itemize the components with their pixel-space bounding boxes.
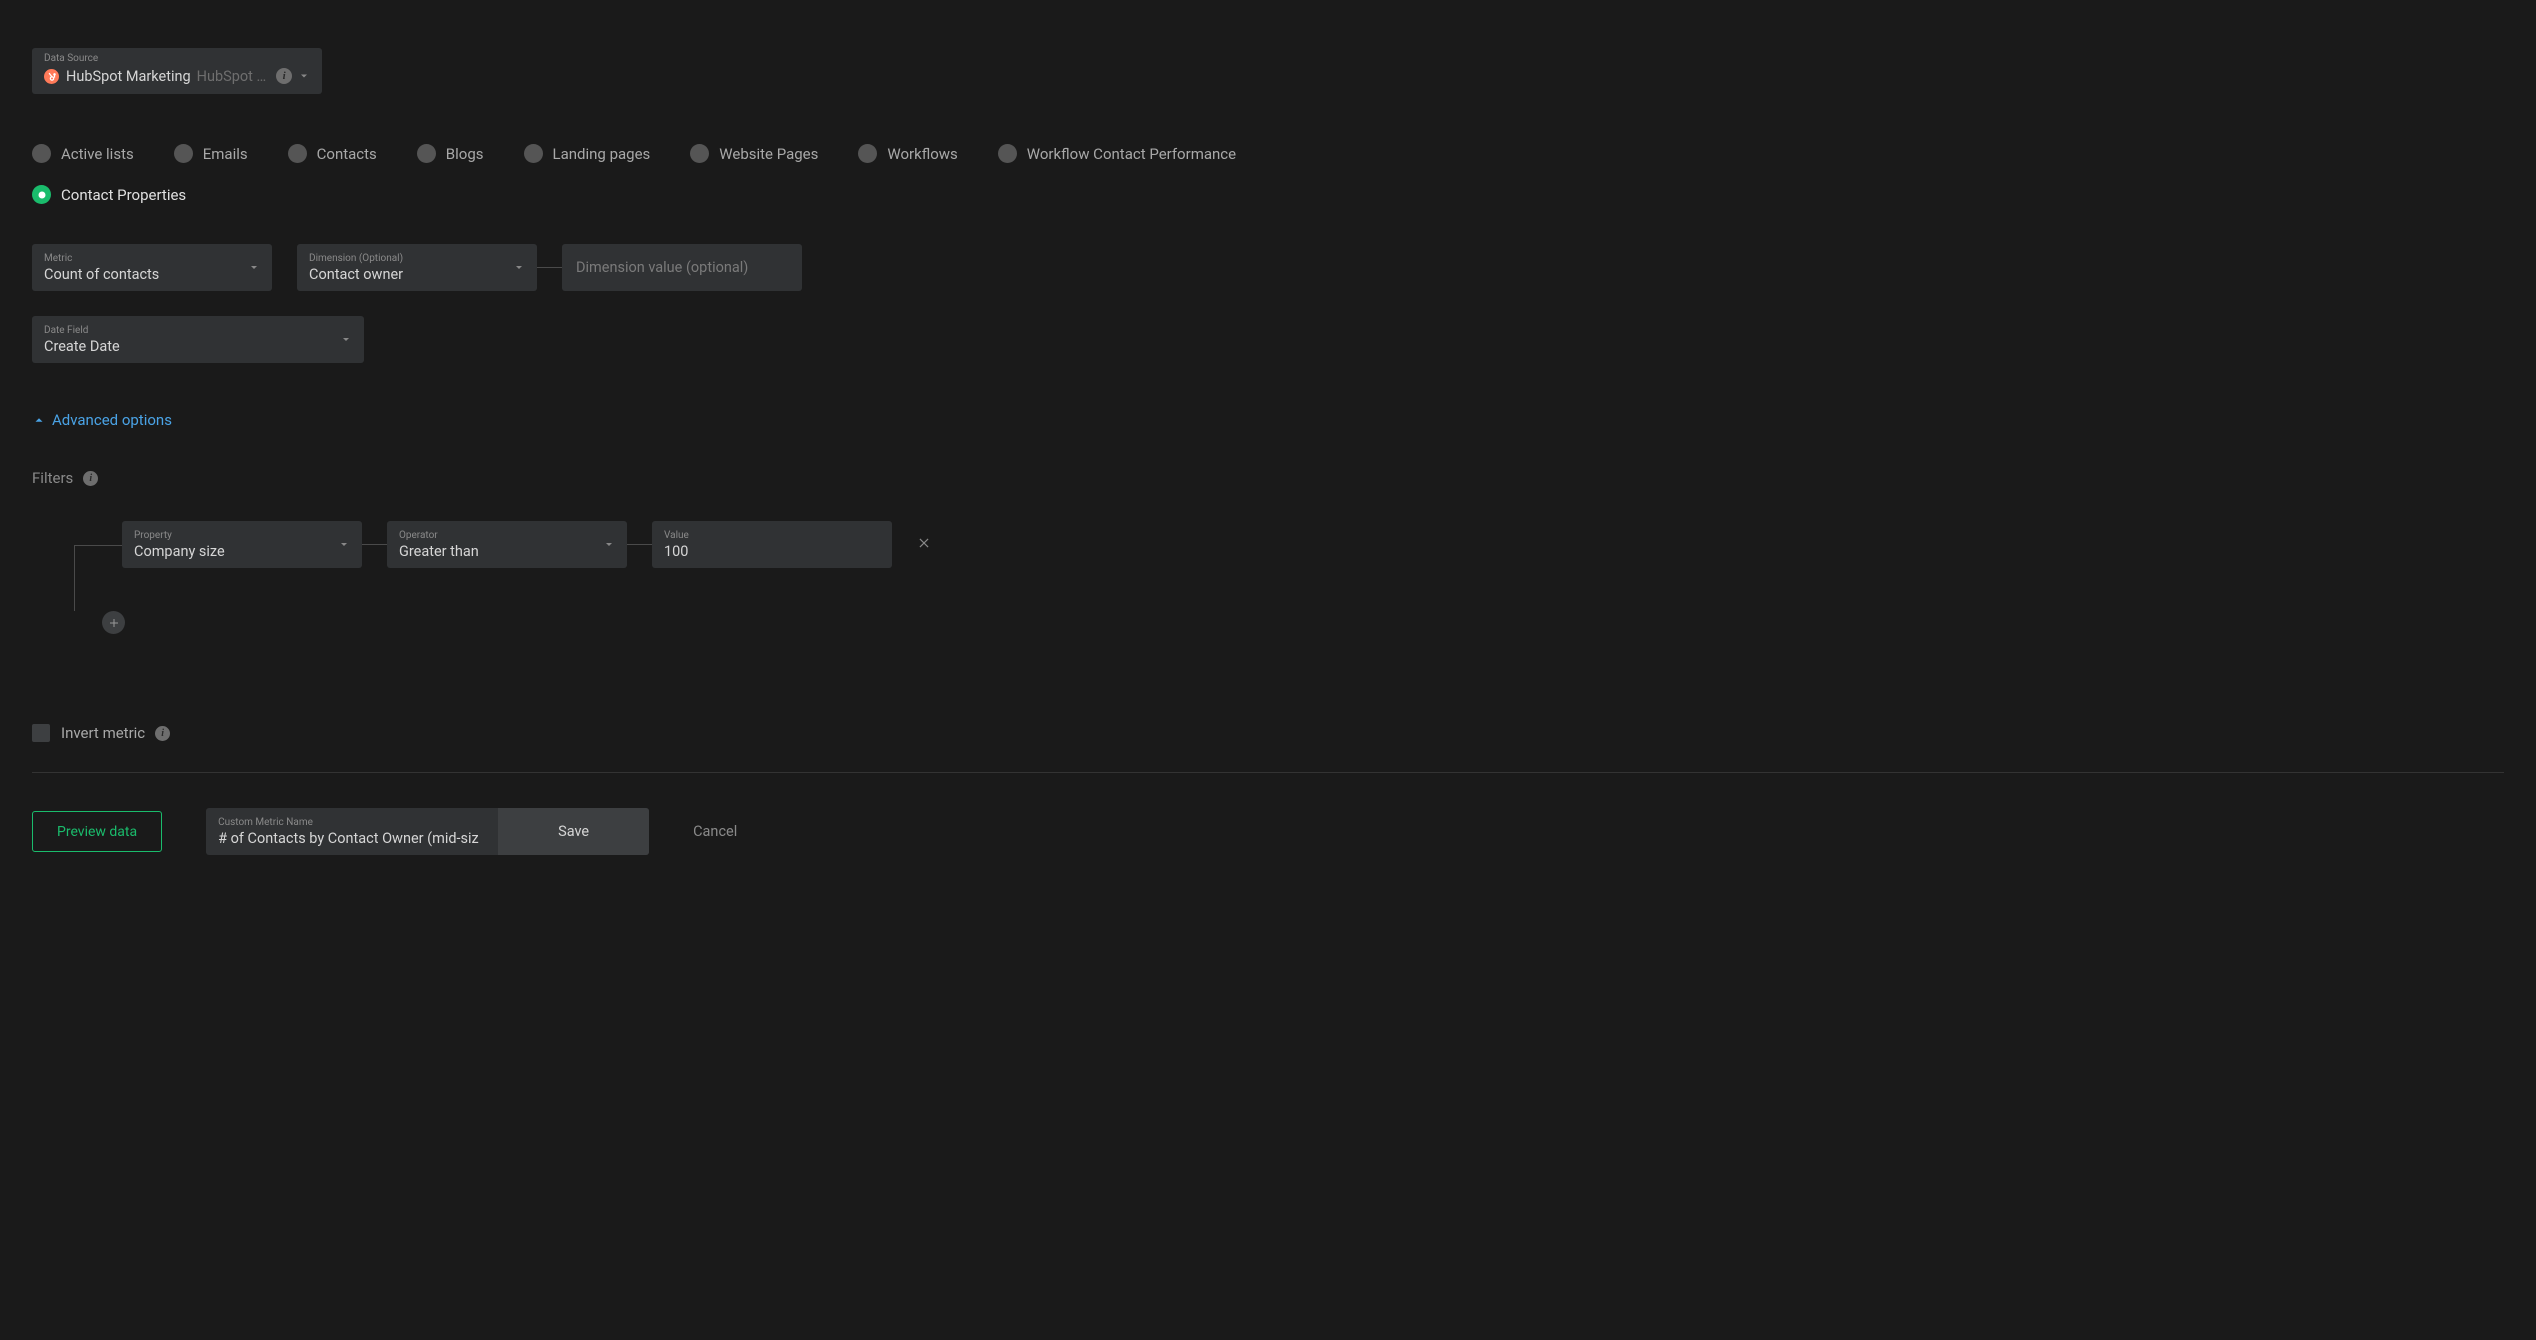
radio-label: Contact Properties bbox=[61, 186, 186, 204]
invert-metric-row: Invert metric i bbox=[32, 724, 2504, 742]
radio-dot-icon bbox=[32, 185, 51, 204]
footer-row: Preview data Custom Metric Name Save Can… bbox=[32, 808, 2504, 855]
radio-dot-icon bbox=[32, 144, 51, 163]
advanced-options-toggle[interactable]: Advanced options bbox=[32, 411, 172, 429]
metric-value: Count of contacts bbox=[44, 266, 260, 283]
connector-line bbox=[362, 544, 387, 545]
filter-property-value: Company size bbox=[134, 543, 350, 560]
divider bbox=[32, 772, 2504, 773]
filter-area: Property Company size Operator Greater t… bbox=[32, 521, 2504, 634]
data-source-subname: HubSpot … bbox=[197, 68, 267, 85]
save-button[interactable]: Save bbox=[498, 808, 649, 855]
filter-value-input[interactable]: Value bbox=[652, 521, 892, 568]
chevron-down-icon bbox=[603, 535, 615, 554]
info-icon[interactable]: i bbox=[83, 471, 98, 486]
dimension-value: Contact owner bbox=[309, 266, 525, 283]
radio-label: Active lists bbox=[61, 145, 134, 163]
radio-dot-icon bbox=[174, 144, 193, 163]
tree-line-vertical bbox=[74, 545, 75, 611]
custom-metric-name-input-wrap[interactable]: Custom Metric Name bbox=[206, 808, 498, 855]
data-type-radio-group-2: Contact Properties bbox=[32, 185, 2504, 204]
date-field-value: Create Date bbox=[44, 338, 352, 355]
filter-value-field[interactable] bbox=[664, 543, 880, 560]
data-type-radio-group: Active lists Emails Contacts Blogs Landing p… bbox=[32, 144, 2504, 163]
metric-dimension-row: Metric Count of contacts Dimension (Opti… bbox=[32, 244, 2504, 291]
connector-line bbox=[627, 544, 652, 545]
data-type-radio[interactable]: Contact Properties bbox=[32, 185, 186, 204]
data-type-radio[interactable]: Contacts bbox=[288, 144, 377, 163]
radio-label: Website Pages bbox=[719, 145, 818, 163]
chevron-down-icon bbox=[248, 258, 260, 277]
preview-data-button[interactable]: Preview data bbox=[32, 811, 162, 852]
invert-metric-label: Invert metric bbox=[61, 724, 145, 742]
connector-line bbox=[537, 267, 562, 268]
radio-label: Blogs bbox=[446, 145, 484, 163]
filter-row: Property Company size Operator Greater t… bbox=[122, 521, 2504, 568]
radio-dot-icon bbox=[417, 144, 436, 163]
chevron-down-icon bbox=[340, 330, 352, 349]
date-field-select[interactable]: Date Field Create Date bbox=[32, 316, 364, 363]
data-type-radio[interactable]: Blogs bbox=[417, 144, 484, 163]
custom-metric-name-group: Custom Metric Name Save bbox=[206, 808, 649, 855]
dimension-select[interactable]: Dimension (Optional) Contact owner bbox=[297, 244, 537, 291]
metric-select[interactable]: Metric Count of contacts bbox=[32, 244, 272, 291]
dimension-value-input[interactable] bbox=[562, 244, 802, 291]
radio-dot-icon bbox=[998, 144, 1017, 163]
radio-dot-icon bbox=[690, 144, 709, 163]
dimension-label: Dimension (Optional) bbox=[309, 253, 525, 264]
radio-dot-icon bbox=[524, 144, 543, 163]
data-type-radio[interactable]: Active lists bbox=[32, 144, 134, 163]
tree-line-horizontal bbox=[74, 545, 124, 546]
filter-operator-value: Greater than bbox=[399, 543, 615, 560]
date-field-label: Date Field bbox=[44, 325, 352, 336]
custom-metric-name-label: Custom Metric Name bbox=[218, 817, 486, 828]
info-icon[interactable]: i bbox=[276, 68, 292, 84]
data-type-radio[interactable]: Website Pages bbox=[690, 144, 818, 163]
chevron-down-icon bbox=[338, 535, 350, 554]
radio-label: Landing pages bbox=[553, 145, 651, 163]
data-type-radio[interactable]: Landing pages bbox=[524, 144, 651, 163]
data-type-radio[interactable]: Workflow Contact Performance bbox=[998, 144, 1236, 163]
filter-value-label: Value bbox=[664, 530, 880, 541]
custom-metric-name-input[interactable] bbox=[218, 830, 486, 847]
radio-label: Workflow Contact Performance bbox=[1027, 145, 1236, 163]
chevron-up-icon bbox=[32, 413, 46, 427]
filter-property-label: Property bbox=[134, 530, 350, 541]
radio-dot-icon bbox=[288, 144, 307, 163]
filter-operator-label: Operator bbox=[399, 530, 615, 541]
data-source-name: HubSpot Marketing bbox=[66, 68, 191, 85]
filter-operator-select[interactable]: Operator Greater than bbox=[387, 521, 627, 568]
radio-label: Workflows bbox=[887, 145, 957, 163]
data-type-radio[interactable]: Workflows bbox=[858, 144, 957, 163]
filters-header: Filters i bbox=[32, 469, 2504, 487]
hubspot-icon bbox=[44, 69, 59, 84]
close-icon[interactable] bbox=[917, 535, 931, 554]
filters-label: Filters bbox=[32, 469, 73, 487]
data-type-radio[interactable]: Emails bbox=[174, 144, 248, 163]
chevron-down-icon[interactable] bbox=[298, 67, 310, 86]
radio-label: Contacts bbox=[317, 145, 377, 163]
filter-property-select[interactable]: Property Company size bbox=[122, 521, 362, 568]
advanced-options-label: Advanced options bbox=[52, 411, 172, 429]
metric-label: Metric bbox=[44, 253, 260, 264]
radio-label: Emails bbox=[203, 145, 248, 163]
radio-dot-icon bbox=[858, 144, 877, 163]
invert-metric-checkbox[interactable] bbox=[32, 724, 50, 742]
date-field-row: Date Field Create Date bbox=[32, 316, 2504, 363]
data-source-label: Data Source bbox=[44, 53, 98, 64]
data-source-chip[interactable]: Data Source HubSpot Marketing HubSpot … … bbox=[32, 48, 322, 94]
chevron-down-icon bbox=[513, 258, 525, 277]
cancel-button[interactable]: Cancel bbox=[693, 823, 737, 840]
add-filter-button[interactable] bbox=[102, 611, 125, 634]
info-icon[interactable]: i bbox=[155, 726, 170, 741]
